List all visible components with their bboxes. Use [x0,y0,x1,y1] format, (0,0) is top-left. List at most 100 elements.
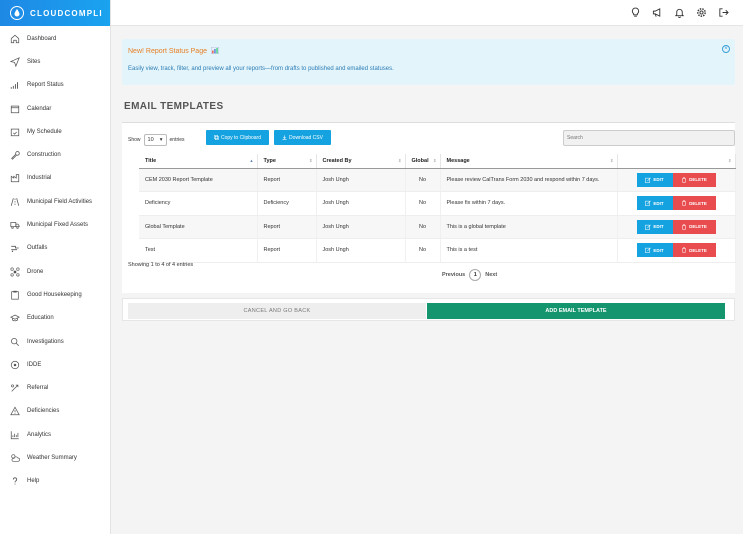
sidebar-item-label: Help [27,478,40,485]
sidebar-item-label: My Schedule [27,128,62,135]
edit-label: EDIT [653,224,664,230]
cloud-drop-logo-icon [10,6,24,20]
delete-button[interactable]: DELETE [672,196,716,211]
sidebar-item-good-housekeeping[interactable]: Good Housekeeping [0,283,110,306]
edit-label: EDIT [653,177,664,183]
sidebar-item-dashboard[interactable]: Dashboard [0,27,110,50]
wrench-icon [10,150,20,160]
help-icon [10,476,20,486]
megaphone-icon[interactable] [652,7,663,18]
sidebar-item-analytics[interactable]: Analytics [0,423,110,446]
table-row[interactable]: Deficiency Deficiency Josh Ungh No Please fi… [139,191,736,216]
delete-button[interactable]: DELETE [672,219,716,234]
sidebar-item-weather-summary[interactable]: Weather Summary [0,446,110,469]
search-input[interactable] [563,130,735,146]
delete-label: DELETE [689,224,707,230]
chart-icon [10,430,20,440]
sidebar-item-municipal-field-activities[interactable]: Municipal Field Activities [0,190,110,213]
copy-icon [214,135,219,140]
table-row[interactable]: Global Template Report Josh Ungh No This is … [139,215,736,239]
close-icon[interactable]: × [722,45,730,53]
gear-icon[interactable] [696,7,707,18]
sidebar-item-industrial[interactable]: Industrial [0,167,110,190]
copy-to-clipboard-button[interactable]: Copy to Clipboard [206,130,269,145]
sidebar-item-construction[interactable]: Construction [0,143,110,166]
bell-icon[interactable] [674,7,685,18]
pagination: Previous 1 Next [442,269,497,281]
sidebar-item-my-schedule[interactable]: My Schedule [0,120,110,143]
delete-label: DELETE [689,200,707,206]
cancel-and-go-back-button[interactable]: CANCEL AND GO BACK [128,303,426,319]
column-message-label: Message [446,157,470,164]
cell-created-by: Josh Ungh [316,215,406,239]
sidebar-item-drone[interactable]: Drone [0,260,110,283]
cell-title: Global Template [139,215,258,239]
lightbulb-icon[interactable] [630,7,641,18]
edit-button[interactable]: EDIT [636,243,673,258]
sidebar-item-help[interactable]: Help [0,470,110,493]
clipboard-icon [10,290,20,300]
sidebar-item-outfalls[interactable]: Outfalls [0,237,110,260]
cell-actions: EDIT DELETE [617,191,736,216]
sidebar-item-education[interactable]: Education [0,307,110,330]
sidebar-item-report-status[interactable]: Report Status [0,74,110,97]
cell-type: Report [257,168,317,192]
warning-icon [10,406,20,416]
edit-label: EDIT [653,200,664,206]
next-page-button[interactable]: Next [485,272,497,278]
sidebar-item-idde[interactable]: IDDE [0,353,110,376]
cell-message: Please fix within 7 days. [440,191,618,216]
sidebar-item-label: Report Status [27,82,64,89]
page-1-button[interactable]: 1 [469,269,482,281]
row-actions: EDIT DELETE [624,243,729,258]
edit-button[interactable]: EDIT [636,172,673,187]
edit-button[interactable]: EDIT [636,219,673,234]
edit-button[interactable]: EDIT [636,196,673,211]
cell-type: Report [257,215,317,239]
sort-icon: ⬍ [610,158,614,163]
previous-page-button[interactable]: Previous [442,272,465,278]
column-header-title[interactable]: Title ▲ [139,154,258,169]
column-global-label: Global [411,157,429,164]
cloud-sun-icon [10,453,20,463]
bar-signal-icon [10,80,20,90]
sidebar-item-investigations[interactable]: Investigations [0,330,110,353]
cell-type: Report [257,238,317,263]
table-row[interactable]: CEM 2030 Report Template Report Josh Ungh N… [139,168,736,192]
table-row[interactable]: Test Report Josh Ungh No This is a test EDIT D… [139,238,736,263]
column-header-actions[interactable]: ⬍ [617,154,736,169]
delete-button[interactable]: DELETE [672,243,716,258]
cell-message: This is a global template [440,215,618,239]
row-actions: EDIT DELETE [624,219,729,234]
entries-select[interactable]: 10 ▾ [143,134,167,146]
delete-label: DELETE [689,177,707,183]
trash-icon [682,224,686,230]
column-header-message[interactable]: Message ⬍ [440,154,618,169]
sidebar-item-deficiencies[interactable]: Deficiencies [0,400,110,423]
logout-icon[interactable] [718,7,729,18]
column-created-by-label: Created By [322,157,352,164]
delete-button[interactable]: DELETE [672,172,716,187]
sidebar-nav: Dashboard Sites Report Status Calendar My Sc… [0,26,110,493]
column-header-created-by[interactable]: Created By ⬍ [316,154,406,169]
sort-icon: ⬍ [728,158,732,163]
sidebar-item-label: Municipal Field Activities [27,198,93,205]
brand-name: CLOUDCOMPLI [30,8,103,18]
sidebar-item-municipal-fixed-assets[interactable]: Municipal Fixed Assets [0,213,110,236]
pipe-icon [10,243,20,253]
sidebar-item-sites[interactable]: Sites [0,50,110,73]
entries-select-value: 10 [147,137,154,143]
sidebar-item-referral[interactable]: Referral [0,376,110,399]
cell-type: Deficiency [257,191,317,216]
add-email-template-button[interactable]: ADD EMAIL TEMPLATE [427,303,725,319]
page-title: EMAIL TEMPLATES [124,101,224,112]
announcement-title[interactable]: New! Report Status Page [128,46,220,55]
column-header-global[interactable]: Global ⬍ [405,154,441,169]
column-header-type[interactable]: Type ⬍ [257,154,317,169]
referral-icon [10,383,20,393]
download-csv-button[interactable]: Download CSV [274,130,331,145]
row-actions: EDIT DELETE [624,196,729,211]
sidebar-item-calendar[interactable]: Calendar [0,97,110,120]
sort-icon: ⬍ [433,158,437,163]
brand-bar[interactable]: CLOUDCOMPLI [0,0,110,26]
